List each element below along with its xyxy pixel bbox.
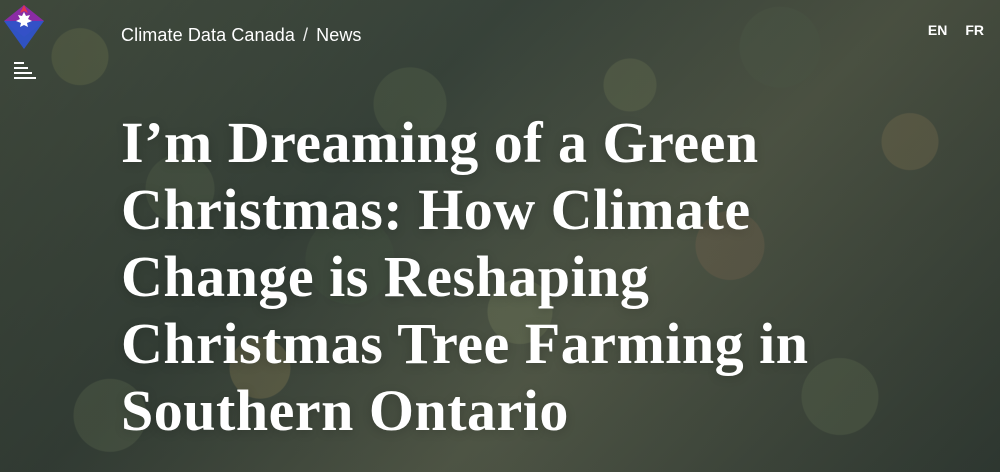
breadcrumb-separator: / [303,25,309,45]
language-fr[interactable]: FR [965,22,984,38]
breadcrumb: Climate Data Canada / News [121,24,362,46]
language-en[interactable]: EN [928,22,947,38]
menu-icon[interactable] [14,61,36,79]
breadcrumb-home-link[interactable]: Climate Data Canada [121,24,295,46]
climate-data-canada-logo[interactable] [0,3,48,53]
breadcrumb-news-link[interactable]: News [316,24,361,46]
language-switcher: EN FR [928,22,984,38]
page-title: I’m Dreaming of a Green Christmas: How C… [121,110,809,443]
